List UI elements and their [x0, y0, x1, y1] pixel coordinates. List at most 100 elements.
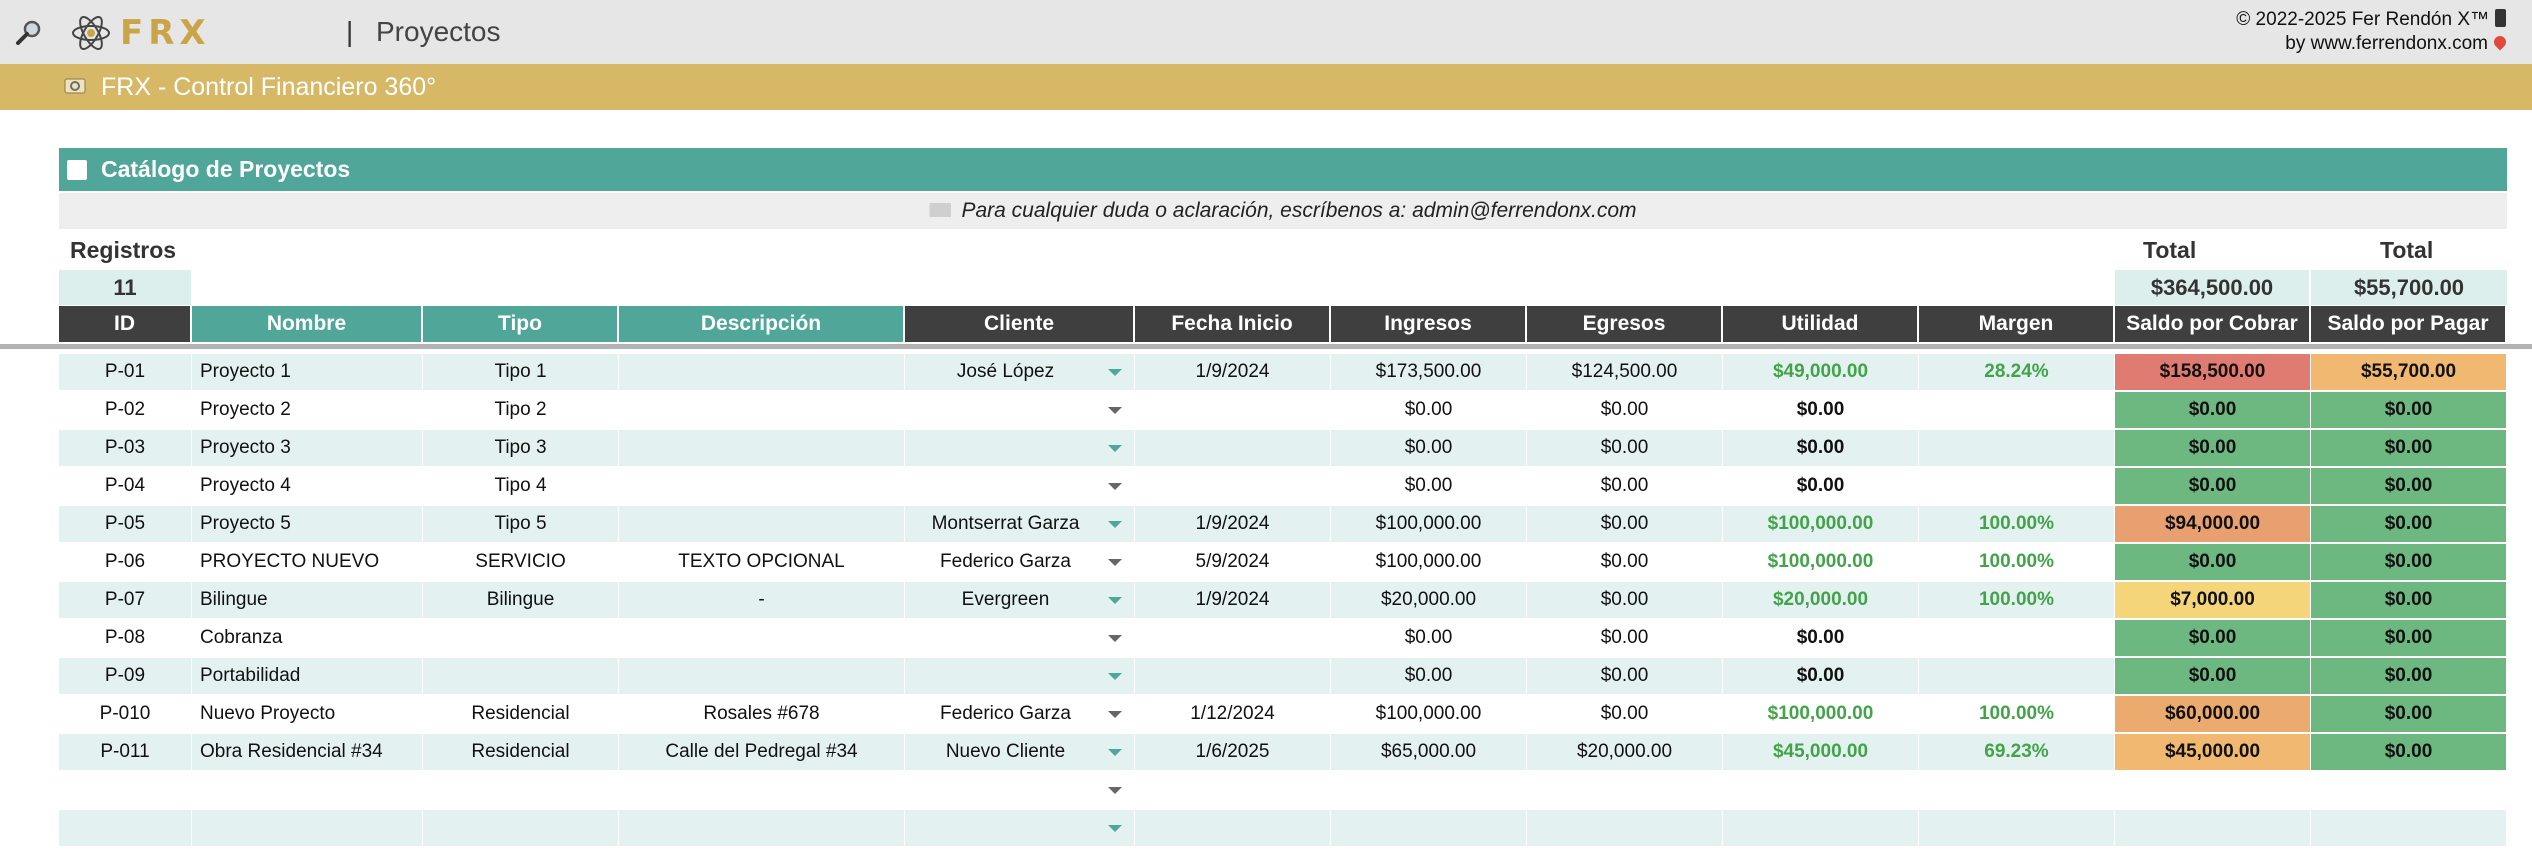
- cell-nombre[interactable]: Portabilidad: [192, 658, 423, 694]
- cell-cliente[interactable]: [905, 772, 1135, 808]
- cell-id[interactable]: P-09: [59, 658, 192, 694]
- cell-saldo-cobrar[interactable]: [2115, 772, 2311, 808]
- cell-margen[interactable]: 69.23%: [1919, 734, 2115, 770]
- cell-fecha[interactable]: [1135, 810, 1331, 846]
- cell-descripcion[interactable]: [619, 772, 905, 808]
- cell-fecha[interactable]: 1/9/2024: [1135, 506, 1331, 542]
- cell-id[interactable]: P-04: [59, 468, 192, 504]
- cell-saldo-cobrar[interactable]: $60,000.00: [2115, 696, 2311, 732]
- cell-ingresos[interactable]: $0.00: [1331, 620, 1527, 656]
- cell-fecha[interactable]: [1135, 620, 1331, 656]
- cell-utilidad[interactable]: $100,000.00: [1723, 696, 1919, 732]
- column-header-cliente[interactable]: Cliente: [905, 306, 1135, 342]
- cell-descripcion[interactable]: Rosales #678: [619, 696, 905, 732]
- cell-cliente[interactable]: [905, 620, 1135, 656]
- cell-fecha[interactable]: [1135, 392, 1331, 428]
- table-row[interactable]: P-07 Bilingue Bilingue - Evergreen 1/9/2024 $2…: [59, 582, 2507, 618]
- cell-nombre[interactable]: Proyecto 2: [192, 392, 423, 428]
- cell-descripcion[interactable]: Calle del Pedregal #34: [619, 734, 905, 770]
- cell-ingresos[interactable]: $0.00: [1331, 392, 1527, 428]
- cell-cliente[interactable]: Montserrat Garza: [905, 506, 1135, 542]
- freeze-divider[interactable]: [0, 344, 2532, 349]
- cell-margen[interactable]: [1919, 392, 2115, 428]
- cell-ingresos[interactable]: $20,000.00: [1331, 582, 1527, 618]
- cell-tipo[interactable]: Tipo 3: [423, 430, 619, 466]
- cell-fecha[interactable]: [1135, 658, 1331, 694]
- cell-saldo-cobrar[interactable]: $158,500.00: [2115, 354, 2311, 390]
- cell-descripcion[interactable]: [619, 620, 905, 656]
- cell-ingresos[interactable]: [1331, 772, 1527, 808]
- cell-tipo[interactable]: [423, 810, 619, 846]
- cell-cliente[interactable]: José López: [905, 354, 1135, 390]
- column-header-id[interactable]: ID: [59, 306, 192, 342]
- cell-utilidad[interactable]: $0.00: [1723, 392, 1919, 428]
- chevron-down-icon[interactable]: [1108, 635, 1122, 642]
- column-header-tipo[interactable]: Tipo: [423, 306, 619, 342]
- cell-margen[interactable]: 100.00%: [1919, 582, 2115, 618]
- cell-cliente[interactable]: Nuevo Cliente: [905, 734, 1135, 770]
- cell-saldo-cobrar[interactable]: $0.00: [2115, 430, 2311, 466]
- cell-margen[interactable]: 100.00%: [1919, 544, 2115, 580]
- cell-tipo[interactable]: Residencial: [423, 696, 619, 732]
- cell-fecha[interactable]: [1135, 430, 1331, 466]
- cell-nombre[interactable]: [192, 772, 423, 808]
- column-header-egresos[interactable]: Egresos: [1527, 306, 1723, 342]
- cell-id[interactable]: P-07: [59, 582, 192, 618]
- cell-margen[interactable]: 100.00%: [1919, 696, 2115, 732]
- cell-id[interactable]: [59, 772, 192, 808]
- cell-saldo-pagar[interactable]: $0.00: [2311, 734, 2507, 770]
- cell-nombre[interactable]: Obra Residencial #34: [192, 734, 423, 770]
- cell-saldo-pagar[interactable]: $0.00: [2311, 468, 2507, 504]
- cell-saldo-pagar[interactable]: [2311, 772, 2507, 808]
- cell-descripcion[interactable]: [619, 810, 905, 846]
- cell-fecha[interactable]: 1/6/2025: [1135, 734, 1331, 770]
- chevron-down-icon[interactable]: [1108, 787, 1122, 794]
- chevron-down-icon[interactable]: [1108, 825, 1122, 832]
- cell-egresos[interactable]: [1527, 810, 1723, 846]
- cell-id[interactable]: P-08: [59, 620, 192, 656]
- cell-ingresos[interactable]: $100,000.00: [1331, 696, 1527, 732]
- cell-utilidad[interactable]: $0.00: [1723, 658, 1919, 694]
- cell-egresos[interactable]: $0.00: [1527, 582, 1723, 618]
- cell-saldo-cobrar[interactable]: $45,000.00: [2115, 734, 2311, 770]
- cell-nombre[interactable]: Nuevo Proyecto: [192, 696, 423, 732]
- cell-fecha[interactable]: 5/9/2024: [1135, 544, 1331, 580]
- cell-cliente[interactable]: Federico Garza: [905, 696, 1135, 732]
- cell-tipo[interactable]: Tipo 4: [423, 468, 619, 504]
- column-header-utilidad[interactable]: Utilidad: [1723, 306, 1919, 342]
- cell-descripcion[interactable]: [619, 392, 905, 428]
- cell-utilidad[interactable]: $0.00: [1723, 620, 1919, 656]
- cell-saldo-pagar[interactable]: $0.00: [2311, 392, 2507, 428]
- cell-margen[interactable]: [1919, 658, 2115, 694]
- cell-saldo-cobrar[interactable]: $0.00: [2115, 392, 2311, 428]
- cell-egresos[interactable]: $124,500.00: [1527, 354, 1723, 390]
- cell-saldo-pagar[interactable]: $0.00: [2311, 582, 2507, 618]
- table-row[interactable]: [59, 772, 2507, 808]
- chevron-down-icon[interactable]: [1108, 749, 1122, 756]
- cell-cliente[interactable]: Federico Garza: [905, 544, 1135, 580]
- cell-cliente[interactable]: [905, 430, 1135, 466]
- cell-id[interactable]: P-02: [59, 392, 192, 428]
- chevron-down-icon[interactable]: [1108, 559, 1122, 566]
- cell-cliente[interactable]: [905, 468, 1135, 504]
- cell-tipo[interactable]: [423, 658, 619, 694]
- cell-utilidad[interactable]: [1723, 810, 1919, 846]
- cell-id[interactable]: P-01: [59, 354, 192, 390]
- cell-saldo-pagar[interactable]: $0.00: [2311, 506, 2507, 542]
- cell-ingresos[interactable]: $65,000.00: [1331, 734, 1527, 770]
- cell-saldo-pagar[interactable]: $0.00: [2311, 544, 2507, 580]
- cell-descripcion[interactable]: [619, 468, 905, 504]
- cell-tipo[interactable]: Residencial: [423, 734, 619, 770]
- table-row[interactable]: P-09 Portabilidad $0.00 $0.00 $0.00 $0.00 $0.0…: [59, 658, 2507, 694]
- table-row[interactable]: P-05 Proyecto 5 Tipo 5 Montserrat Garza 1/9/…: [59, 506, 2507, 542]
- cell-utilidad[interactable]: $0.00: [1723, 468, 1919, 504]
- cell-margen[interactable]: 100.00%: [1919, 506, 2115, 542]
- cell-saldo-cobrar[interactable]: [2115, 810, 2311, 846]
- cell-saldo-cobrar[interactable]: $0.00: [2115, 620, 2311, 656]
- cell-utilidad[interactable]: $49,000.00: [1723, 354, 1919, 390]
- table-row[interactable]: P-03 Proyecto 3 Tipo 3 $0.00 $0.00 $0.00 $0.00…: [59, 430, 2507, 466]
- cell-nombre[interactable]: Proyecto 3: [192, 430, 423, 466]
- cell-utilidad[interactable]: $100,000.00: [1723, 506, 1919, 542]
- cell-nombre[interactable]: Cobranza: [192, 620, 423, 656]
- cell-ingresos[interactable]: $100,000.00: [1331, 506, 1527, 542]
